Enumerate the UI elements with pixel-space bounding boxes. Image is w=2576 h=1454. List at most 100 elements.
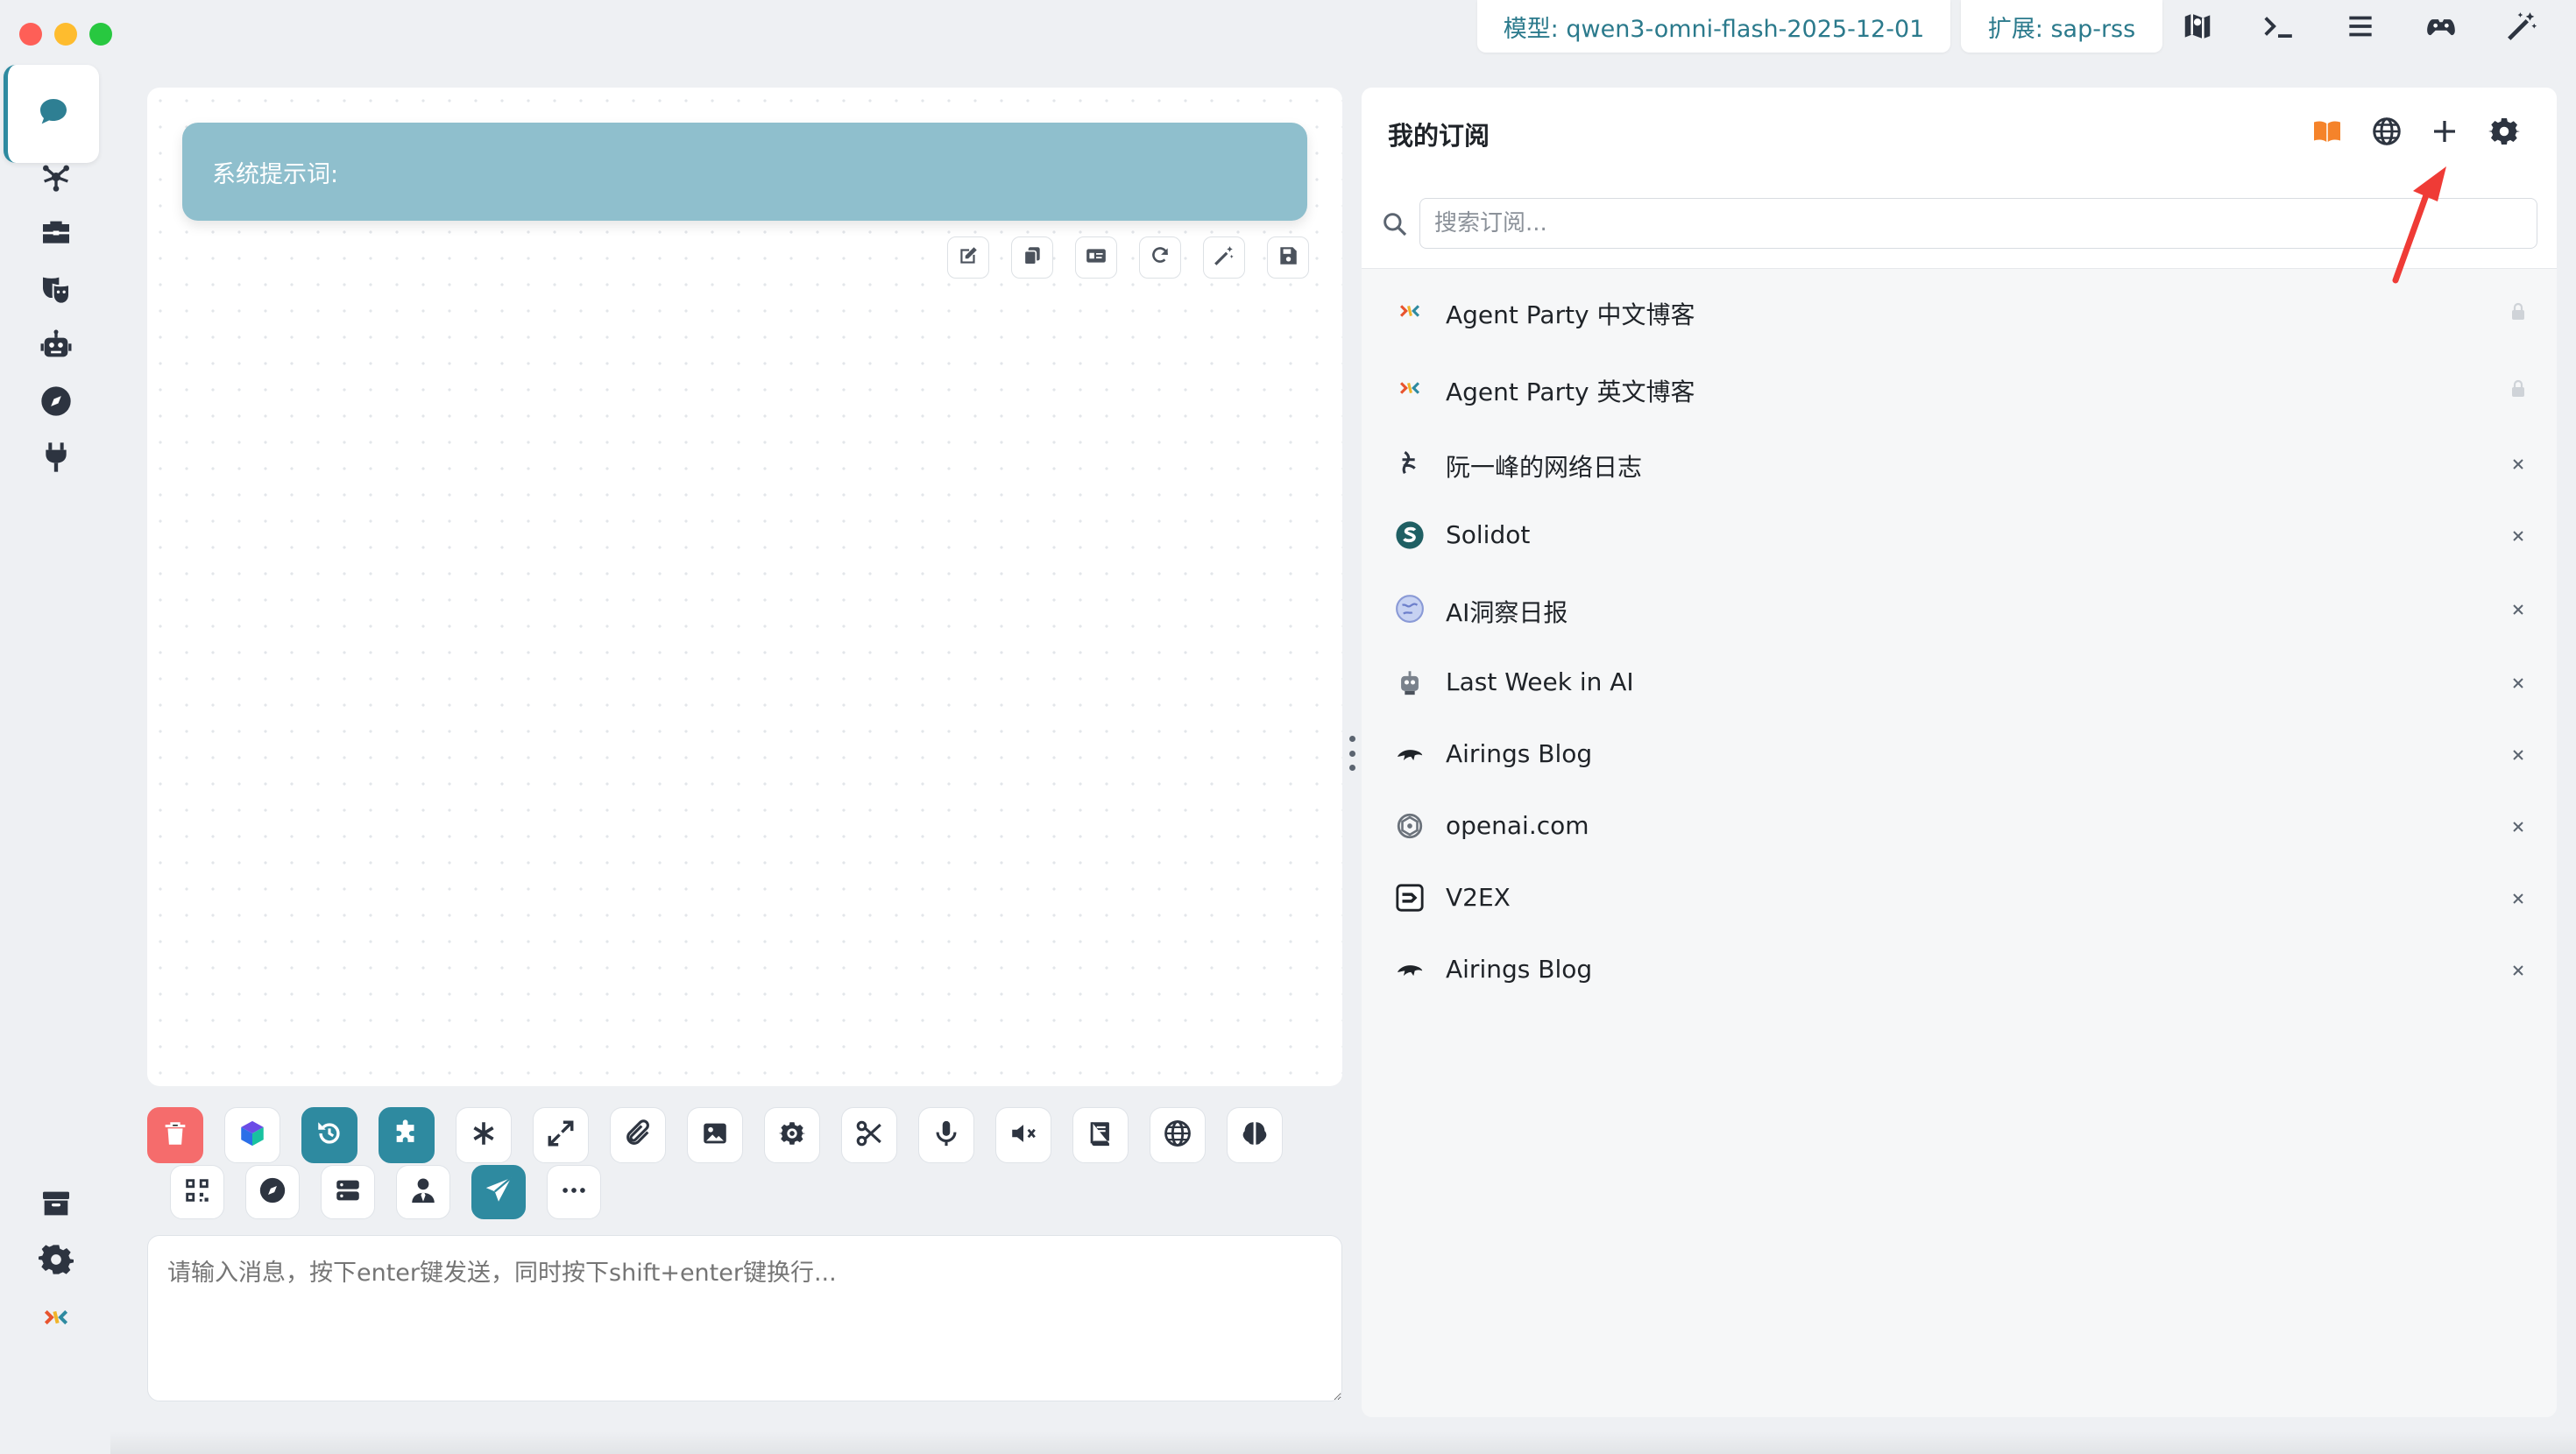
expand-icon bbox=[546, 1119, 576, 1152]
close-icon[interactable] bbox=[2506, 671, 2530, 695]
menu-icon[interactable] bbox=[2341, 7, 2380, 46]
gamepad-icon[interactable] bbox=[2422, 7, 2460, 46]
minimize-window-button[interactable] bbox=[54, 23, 77, 46]
feed-label: 阮一峰的网络日志 bbox=[1446, 453, 1643, 482]
model-logo-icon bbox=[237, 1119, 267, 1152]
subscription-search-input[interactable] bbox=[1419, 198, 2537, 249]
paperclip-icon bbox=[623, 1119, 653, 1152]
nav-masks[interactable] bbox=[25, 259, 88, 322]
close-icon[interactable] bbox=[2506, 958, 2530, 983]
feed-item[interactable]: Last Week in AI bbox=[1362, 648, 2557, 718]
mute-button[interactable] bbox=[995, 1107, 1051, 1163]
model-switch-button[interactable] bbox=[224, 1107, 280, 1163]
history-button[interactable] bbox=[301, 1107, 357, 1163]
feed-item[interactable]: Agent Party 英文博客 bbox=[1362, 354, 2557, 424]
nav-plugins[interactable] bbox=[25, 427, 88, 491]
save-prompt-button[interactable] bbox=[1267, 236, 1309, 279]
plugins-button[interactable] bbox=[379, 1107, 435, 1163]
qrcode-icon bbox=[182, 1175, 212, 1209]
extension-selector[interactable]: 扩展: sap-rss bbox=[1961, 0, 2162, 53]
discover-feeds-button[interactable] bbox=[2367, 114, 2406, 152]
openai-logo-icon bbox=[1395, 811, 1425, 841]
reasoning-button[interactable] bbox=[1227, 1107, 1283, 1163]
search-icon bbox=[1381, 210, 1409, 238]
chat-message-area: 系统提示词: bbox=[147, 88, 1342, 1086]
robot-icon bbox=[39, 328, 74, 366]
expand-button[interactable] bbox=[533, 1107, 589, 1163]
web-search-button[interactable] bbox=[1150, 1107, 1206, 1163]
edit-prompt-button[interactable] bbox=[947, 236, 989, 279]
attach-image-button[interactable] bbox=[687, 1107, 743, 1163]
copy-prompt-button[interactable] bbox=[1011, 236, 1053, 279]
panel-resize-handle[interactable] bbox=[1346, 736, 1358, 771]
nav-archive[interactable] bbox=[25, 1174, 88, 1237]
close-icon[interactable] bbox=[2506, 597, 2530, 622]
asterisk-button[interactable] bbox=[456, 1107, 512, 1163]
attach-file-button[interactable] bbox=[610, 1107, 666, 1163]
compass-icon bbox=[39, 384, 74, 422]
add-subscription-button[interactable] bbox=[2425, 114, 2464, 152]
app-logo[interactable] bbox=[25, 1288, 88, 1351]
qrcode-button[interactable] bbox=[170, 1165, 224, 1219]
plug-icon bbox=[39, 440, 74, 478]
archive-icon bbox=[39, 1186, 74, 1225]
system-prompt-card[interactable]: 系统提示词: bbox=[182, 123, 1307, 221]
map-icon[interactable] bbox=[2178, 7, 2217, 46]
more-options-button[interactable] bbox=[547, 1165, 601, 1219]
subscription-search-row bbox=[1362, 180, 2557, 269]
knowledge-base-button[interactable] bbox=[1072, 1107, 1129, 1163]
globe-icon bbox=[1163, 1119, 1192, 1152]
clear-chat-button[interactable] bbox=[147, 1107, 203, 1163]
nav-robot[interactable] bbox=[25, 315, 88, 378]
solidot-logo-icon bbox=[1395, 520, 1425, 550]
copy-icon bbox=[1021, 244, 1044, 271]
close-window-button[interactable] bbox=[19, 23, 42, 46]
nav-toolbox[interactable] bbox=[25, 203, 88, 266]
react-button[interactable] bbox=[764, 1107, 820, 1163]
feed-item[interactable]: V2EX bbox=[1362, 864, 2557, 934]
system-prompt-label: 系统提示词: bbox=[212, 160, 339, 188]
magic-wand-icon[interactable] bbox=[2502, 7, 2541, 46]
voice-input-button[interactable] bbox=[918, 1107, 974, 1163]
id-card-button[interactable] bbox=[1075, 236, 1117, 279]
server-button[interactable] bbox=[321, 1165, 375, 1219]
model-selector[interactable]: 模型: qwen3-omni-flash-2025-12-01 bbox=[1477, 0, 1950, 53]
message-input[interactable] bbox=[147, 1235, 1342, 1401]
feed-item[interactable]: Solidot bbox=[1362, 501, 2557, 571]
close-icon[interactable] bbox=[2506, 886, 2530, 911]
v2ex-logo-icon bbox=[1395, 883, 1425, 913]
cut-button[interactable] bbox=[841, 1107, 897, 1163]
feed-label: openai.com bbox=[1446, 811, 1589, 840]
app-logo-icon bbox=[39, 1300, 74, 1338]
explore-button[interactable] bbox=[245, 1165, 300, 1219]
reader-button[interactable] bbox=[2308, 114, 2346, 152]
optimize-prompt-button[interactable] bbox=[1203, 236, 1245, 279]
subscription-settings-button[interactable] bbox=[2485, 114, 2523, 152]
title-bar: 模型: qwen3-omni-flash-2025-12-01 扩展: sap-… bbox=[0, 0, 2576, 70]
close-icon[interactable] bbox=[2506, 524, 2530, 548]
window-bottom-edge bbox=[110, 1431, 2576, 1454]
feed-item[interactable]: AI洞察日报 bbox=[1362, 575, 2557, 645]
feed-item[interactable]: Airings Blog bbox=[1362, 935, 2557, 1006]
lock-icon bbox=[2506, 377, 2530, 401]
nav-network[interactable] bbox=[25, 147, 88, 210]
feed-item[interactable]: Agent Party 中文博客 bbox=[1362, 277, 2557, 347]
nav-settings[interactable] bbox=[25, 1230, 88, 1293]
feed-label: Agent Party 英文博客 bbox=[1446, 378, 1695, 406]
feed-item[interactable]: Airings Blog bbox=[1362, 720, 2557, 790]
nav-compass[interactable] bbox=[25, 371, 88, 434]
maximize-window-button[interactable] bbox=[89, 23, 112, 46]
feed-item[interactable]: 阮一峰的网络日志 bbox=[1362, 429, 2557, 499]
feed-label: Airings Blog bbox=[1446, 955, 1593, 984]
close-icon[interactable] bbox=[2506, 452, 2530, 476]
puzzle-icon bbox=[392, 1119, 421, 1152]
feed-item[interactable]: openai.com bbox=[1362, 792, 2557, 862]
plus-icon bbox=[2429, 116, 2460, 151]
close-icon[interactable] bbox=[2506, 815, 2530, 839]
refresh-prompt-button[interactable] bbox=[1139, 236, 1181, 279]
send-button[interactable] bbox=[471, 1165, 526, 1219]
close-icon[interactable] bbox=[2506, 743, 2530, 767]
agent-button[interactable] bbox=[396, 1165, 450, 1219]
terminal-icon[interactable] bbox=[2259, 7, 2297, 46]
server-icon bbox=[333, 1175, 363, 1209]
